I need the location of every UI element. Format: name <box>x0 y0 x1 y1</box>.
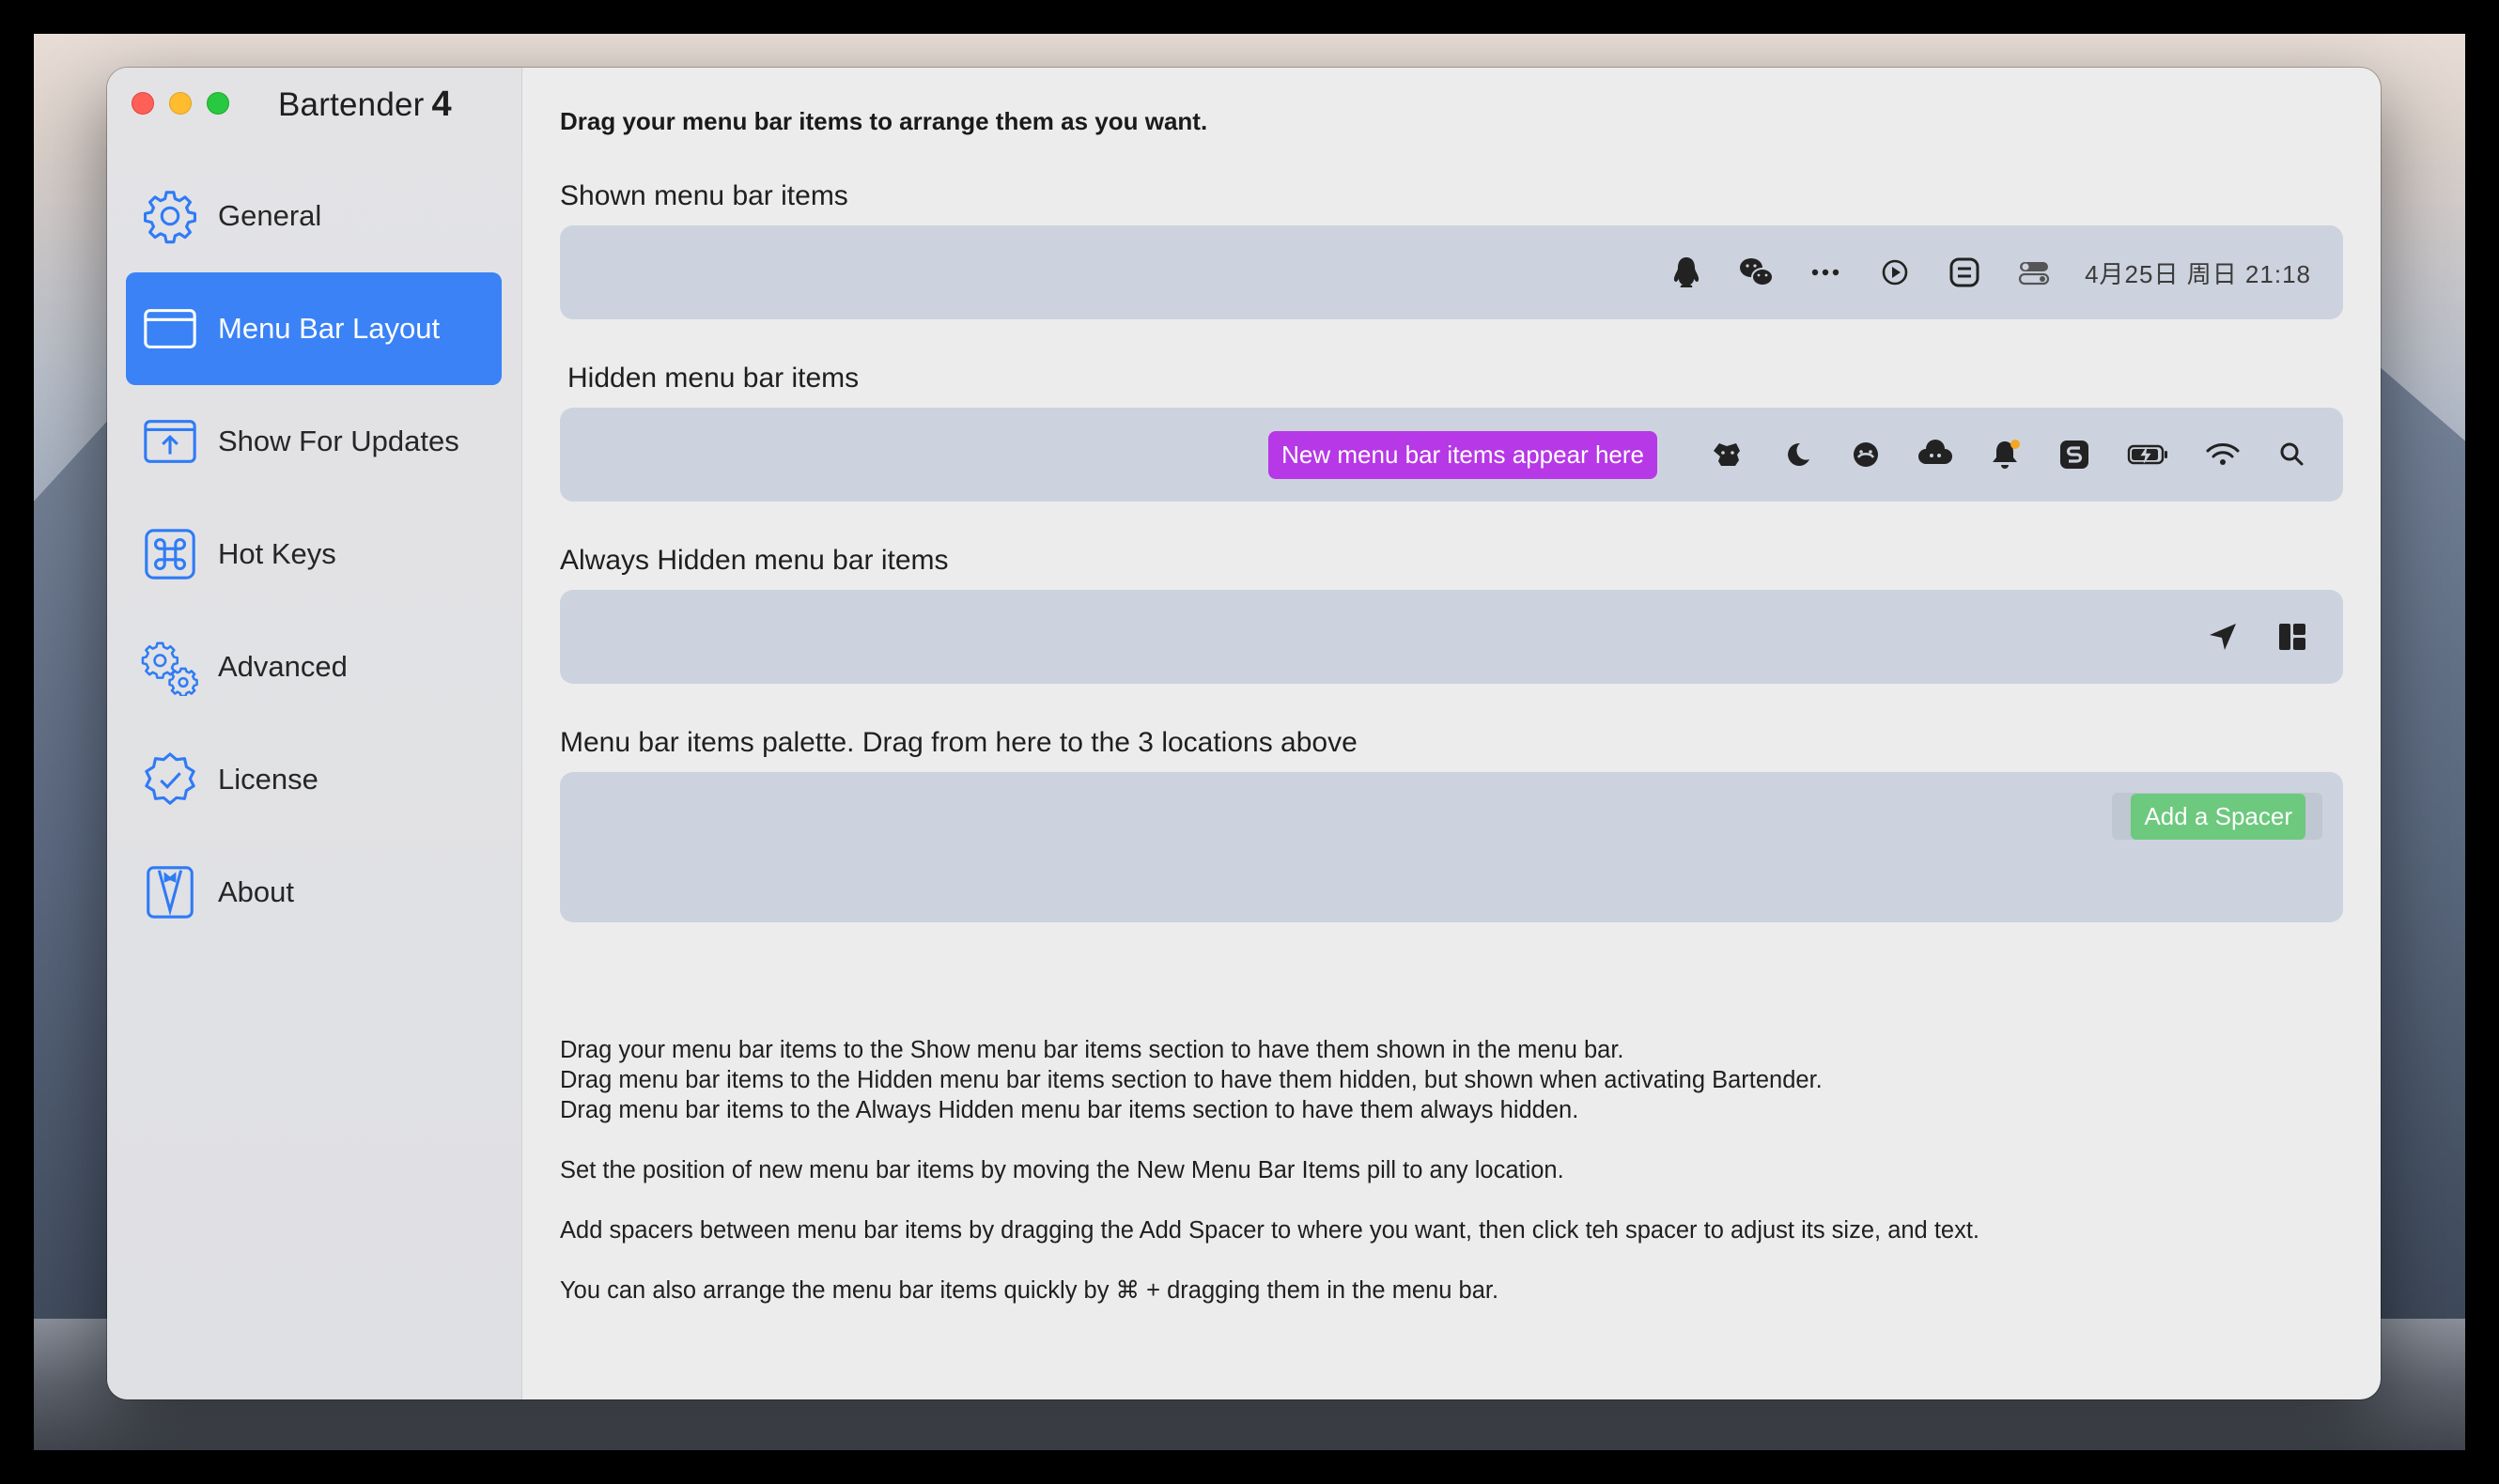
bartender-logo-icon <box>139 861 201 923</box>
gears-icon <box>139 636 201 698</box>
app-version: 4 <box>431 85 452 124</box>
main-panel: Drag your menu bar items to arrange them… <box>522 68 2381 1399</box>
close-window-button[interactable] <box>132 92 154 115</box>
sidebar: Bartender 4 General Menu Bar Layout Show… <box>107 68 522 1399</box>
more-dots-icon[interactable] <box>1807 254 1844 291</box>
sidebar-nav: General Menu Bar Layout Show For Updates… <box>126 160 502 949</box>
sidebar-item-hot-keys[interactable]: Hot Keys <box>126 498 502 611</box>
sidebar-item-label: About <box>218 875 295 908</box>
sidebar-item-label: Hot Keys <box>218 537 336 570</box>
sidebar-item-label: License <box>218 763 318 796</box>
sidebar-item-menu-bar-layout[interactable]: Menu Bar Layout <box>126 272 502 385</box>
menubar-layout-icon <box>139 298 201 360</box>
cloud-face-icon[interactable] <box>1917 436 1954 473</box>
palette-tray[interactable]: Add a Spacer <box>560 772 2343 922</box>
help-line: Add spacers between menu bar items by dr… <box>560 1217 1980 1244</box>
minimize-window-button[interactable] <box>169 92 192 115</box>
verified-badge-icon <box>139 749 201 811</box>
location-arrow-icon[interactable] <box>2204 618 2242 656</box>
dog-icon[interactable] <box>1708 436 1746 473</box>
notification-bell-icon[interactable] <box>1986 436 2024 473</box>
qq-penguin-icon[interactable] <box>1668 254 1705 291</box>
help-line: You can also arrange the menu bar items … <box>560 1277 1499 1304</box>
wechat-icon[interactable] <box>1737 254 1775 291</box>
help-line: Drag your menu bar items to the Show men… <box>560 1037 1624 1063</box>
gear-icon <box>139 185 201 247</box>
window-controls <box>132 92 229 115</box>
battery-charging-icon[interactable] <box>2125 436 2172 473</box>
maximize-window-button[interactable] <box>207 92 229 115</box>
sidebar-item-label: Menu Bar Layout <box>218 312 441 345</box>
sidebar-item-label: General <box>218 199 322 232</box>
help-line: Set the position of new menu bar items b… <box>560 1157 1564 1183</box>
shown-section-label: Shown menu bar items <box>560 180 848 211</box>
sidebar-item-label: Show For Updates <box>218 425 459 457</box>
face-icon[interactable] <box>1847 436 1885 473</box>
search-icon[interactable] <box>2274 436 2311 473</box>
sidebar-item-show-for-updates[interactable]: Show For Updates <box>126 385 502 498</box>
sidebar-item-label: Advanced <box>218 650 348 683</box>
shown-items-tray[interactable]: 4月25日 周日 21:18 <box>560 225 2343 319</box>
hidden-section-label: Hidden menu bar items <box>567 363 860 394</box>
s-app-icon[interactable] <box>2056 436 2093 473</box>
menubar-clock[interactable]: 4月25日 周日 21:18 <box>2085 255 2311 290</box>
always-hidden-section-label: Always Hidden menu bar items <box>560 545 949 576</box>
moon-icon[interactable] <box>1777 436 1815 473</box>
page-heading: Drag your menu bar items to arrange them… <box>560 107 1208 135</box>
add-spacer-button[interactable]: Add a Spacer <box>2131 793 2305 840</box>
upload-icon <box>139 410 201 472</box>
spacer-slot: Add a Spacer <box>2112 793 2322 840</box>
app-name: Bartender <box>278 86 425 123</box>
toggle-icon[interactable] <box>2015 254 2053 291</box>
always-hidden-items-tray[interactable] <box>560 590 2343 684</box>
sidebar-item-advanced[interactable]: Advanced <box>126 611 502 723</box>
app-s-icon[interactable] <box>1946 254 1983 291</box>
help-line: Drag menu bar items to the Hidden menu b… <box>560 1067 1823 1093</box>
new-items-pill[interactable]: New menu bar items appear here <box>1268 430 1657 479</box>
command-key-icon <box>139 523 201 585</box>
sidebar-item-license[interactable]: License <box>126 723 502 836</box>
sidebar-item-about[interactable]: About <box>126 836 502 949</box>
help-text: Drag your menu bar items to the Show men… <box>560 1035 1979 1306</box>
sidebar-item-general[interactable]: General <box>126 160 502 272</box>
app-title: Bartender 4 <box>278 85 452 125</box>
bartender-settings-window: Bartender 4 General Menu Bar Layout Show… <box>107 68 2381 1399</box>
layout-grid-icon[interactable] <box>2274 618 2311 656</box>
help-line: Drag menu bar items to the Always Hidden… <box>560 1097 1579 1123</box>
hidden-items-tray[interactable]: New menu bar items appear here <box>560 408 2343 502</box>
wifi-icon[interactable] <box>2204 436 2242 473</box>
palette-section-label: Menu bar items palette. Drag from here t… <box>560 727 1358 758</box>
play-circle-icon[interactable] <box>1876 254 1914 291</box>
